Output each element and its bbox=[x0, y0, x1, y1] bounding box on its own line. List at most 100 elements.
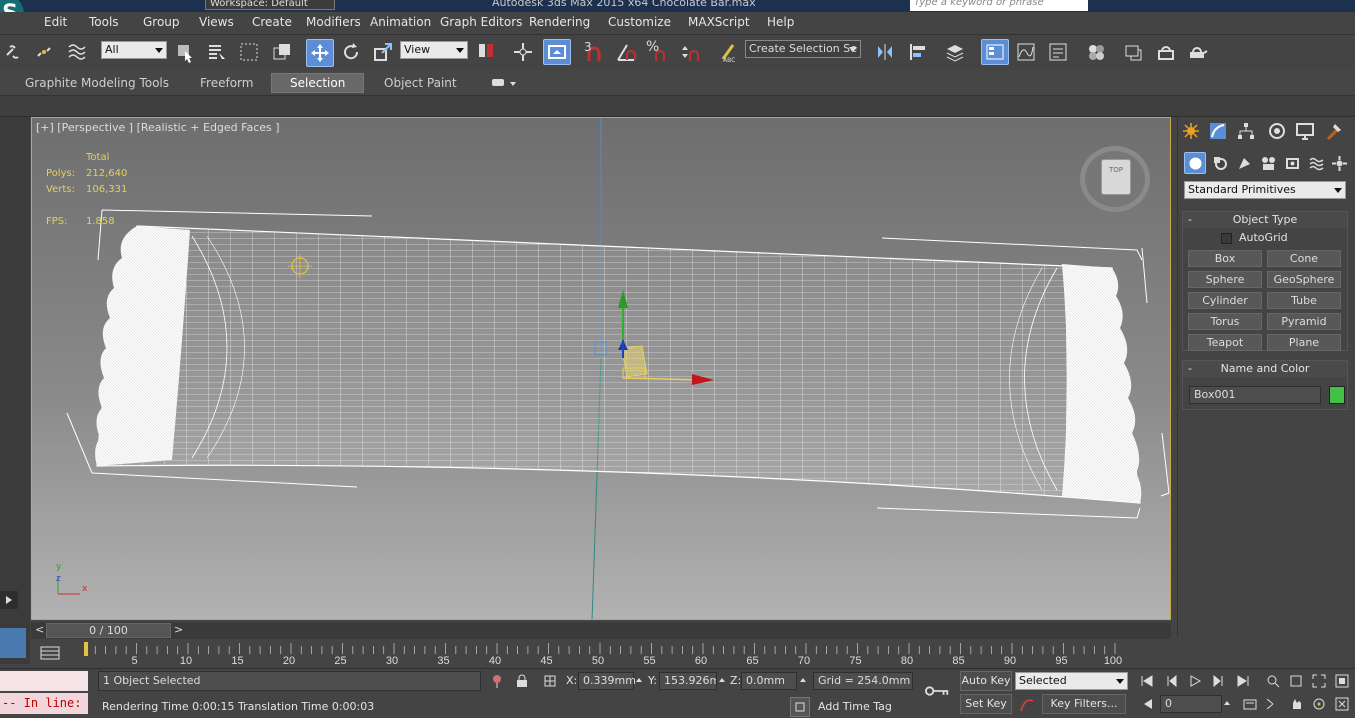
z-coord-input[interactable]: 0.0mm bbox=[741, 672, 797, 690]
menu-graph-editors[interactable]: Graph Editors bbox=[440, 15, 522, 29]
z-spinner-icon[interactable] bbox=[800, 675, 806, 682]
render-frame-icon[interactable] bbox=[1154, 40, 1178, 64]
maxscript-listener[interactable]: -- In line: bbox=[0, 693, 88, 714]
select-manipulate-icon[interactable] bbox=[511, 40, 535, 64]
move-icon[interactable] bbox=[306, 39, 334, 67]
name-and-color-header[interactable]: - Name and Color bbox=[1183, 361, 1347, 377]
spacewarps-category-icon[interactable] bbox=[1306, 153, 1326, 173]
current-frame-marker[interactable] bbox=[84, 642, 88, 656]
geosphere-button[interactable]: GeoSphere bbox=[1267, 271, 1341, 288]
menu-modifiers[interactable]: Modifiers bbox=[306, 15, 361, 29]
percent-snap-icon[interactable]: % bbox=[645, 39, 669, 64]
unlink-icon[interactable] bbox=[32, 40, 56, 64]
zoom-icon[interactable] bbox=[1264, 672, 1282, 690]
isolate-selection-icon[interactable] bbox=[488, 672, 506, 690]
curve-editor-icon[interactable] bbox=[1014, 40, 1038, 64]
rotate-icon[interactable] bbox=[339, 40, 363, 64]
object-name-input[interactable]: Box001 bbox=[1189, 386, 1321, 404]
menu-customize[interactable]: Customize bbox=[608, 15, 671, 29]
window-crossing-icon[interactable] bbox=[270, 40, 294, 64]
cameras-category-icon[interactable] bbox=[1258, 153, 1278, 173]
pyramid-button[interactable]: Pyramid bbox=[1267, 313, 1341, 330]
mini-curve-editor-button[interactable] bbox=[0, 628, 26, 658]
menu-animation[interactable]: Animation bbox=[370, 15, 431, 29]
viewport-label[interactable]: [+] [Perspective ] [Realistic + Edged Fa… bbox=[36, 121, 280, 134]
scale-icon[interactable] bbox=[371, 40, 395, 64]
zoom-extents-icon[interactable] bbox=[1310, 672, 1328, 690]
perspective-viewport[interactable]: [+] [Perspective ] [Realistic + Edged Fa… bbox=[31, 117, 1171, 620]
menu-maxscript[interactable]: MAXScript bbox=[688, 15, 750, 29]
select-by-name-icon[interactable] bbox=[205, 40, 229, 64]
tube-button[interactable]: Tube bbox=[1267, 292, 1341, 309]
key-mode-dropdown[interactable]: Selected bbox=[1015, 672, 1128, 690]
mirror-icon[interactable] bbox=[873, 40, 897, 64]
maximize-viewport-icon[interactable] bbox=[1333, 695, 1351, 713]
motion-tab-icon[interactable] bbox=[1265, 120, 1289, 142]
add-time-tag[interactable]: Add Time Tag bbox=[818, 700, 892, 713]
key-icon[interactable] bbox=[924, 681, 952, 701]
expand-arrow-icon[interactable] bbox=[0, 591, 18, 609]
time-configuration-icon[interactable] bbox=[1241, 695, 1259, 713]
lights-category-icon[interactable] bbox=[1234, 153, 1254, 173]
filmstrip-icon[interactable] bbox=[38, 644, 64, 662]
torus-button[interactable]: Torus bbox=[1188, 313, 1262, 330]
trackbar[interactable]: 5 10 15 20 25 30 35 40 45 50 55 60 65 70 75 80 85 90 95 100 bbox=[84, 640, 1134, 667]
key-filters-button[interactable]: Key Filters... bbox=[1042, 694, 1126, 714]
viewcube-top-face[interactable]: TOP bbox=[1101, 159, 1131, 195]
go-to-end-icon[interactable] bbox=[1234, 672, 1252, 690]
go-to-start-icon[interactable] bbox=[1138, 672, 1156, 690]
x-spinner-icon[interactable] bbox=[636, 675, 642, 682]
layer-explorer-icon[interactable] bbox=[943, 40, 967, 64]
tab-object-paint[interactable]: Object Paint bbox=[384, 76, 457, 90]
named-selection-dropdown[interactable]: Create Selection Se bbox=[745, 40, 861, 58]
systems-category-icon[interactable] bbox=[1329, 153, 1349, 173]
primitives-dropdown[interactable]: Standard Primitives bbox=[1184, 181, 1346, 199]
chevron-down-icon[interactable] bbox=[510, 82, 516, 89]
edit-named-selection-icon[interactable]: ABC bbox=[716, 40, 740, 64]
time-slider[interactable]: < 0 / 100 > bbox=[31, 622, 1171, 639]
display-tab-icon[interactable] bbox=[1293, 120, 1317, 142]
hierarchy-tab-icon[interactable] bbox=[1234, 120, 1258, 142]
previous-frame-icon[interactable] bbox=[1162, 672, 1180, 690]
object-type-header[interactable]: - Object Type bbox=[1183, 212, 1347, 228]
ribbon-options-icon[interactable] bbox=[492, 79, 504, 86]
next-frame-icon[interactable] bbox=[1210, 672, 1228, 690]
spinner-snap-icon[interactable] bbox=[677, 40, 701, 64]
tab-selection[interactable]: Selection bbox=[271, 73, 365, 93]
zoom-all-icon[interactable] bbox=[1287, 672, 1305, 690]
object-color-swatch[interactable] bbox=[1329, 386, 1345, 404]
lock-selection-icon[interactable] bbox=[513, 672, 531, 690]
time-tag-icon[interactable] bbox=[790, 697, 810, 717]
time-prev-button[interactable]: < bbox=[35, 623, 44, 636]
workspace-dropdown[interactable]: Workspace: Default bbox=[205, 0, 335, 10]
orbit-icon[interactable] bbox=[1310, 695, 1328, 713]
maxscript-mini-listener[interactable] bbox=[0, 671, 88, 691]
y-spinner-icon[interactable] bbox=[719, 675, 725, 682]
menu-rendering[interactable]: Rendering bbox=[529, 15, 590, 29]
scene-explorer-icon[interactable] bbox=[981, 39, 1009, 65]
render-setup-icon[interactable] bbox=[1122, 40, 1146, 64]
menu-views[interactable]: Views bbox=[199, 15, 234, 29]
viewcube[interactable]: TOP bbox=[1080, 146, 1150, 212]
pan-view-icon[interactable] bbox=[1287, 695, 1305, 713]
search-input[interactable]: Type a keyword or phrase bbox=[910, 0, 1088, 11]
time-slider-thumb[interactable]: 0 / 100 bbox=[46, 623, 171, 638]
tab-graphite-modeling-tools[interactable]: Graphite Modeling Tools bbox=[25, 76, 169, 90]
rect-selection-icon[interactable] bbox=[237, 40, 261, 64]
current-frame-input[interactable]: 0 bbox=[1160, 695, 1222, 713]
schematic-view-icon[interactable] bbox=[1046, 40, 1070, 64]
render-production-icon[interactable] bbox=[1186, 40, 1210, 64]
tab-freeform[interactable]: Freeform bbox=[200, 76, 253, 90]
geometry-category-icon[interactable] bbox=[1184, 152, 1206, 174]
sphere-button[interactable]: Sphere bbox=[1188, 271, 1262, 288]
play-icon[interactable] bbox=[1186, 672, 1204, 690]
cone-button[interactable]: Cone bbox=[1267, 250, 1341, 267]
x-coord-input[interactable]: 0.339mm bbox=[578, 672, 636, 690]
selection-filter-dropdown[interactable]: All bbox=[101, 41, 167, 59]
select-object-icon[interactable] bbox=[173, 40, 197, 64]
helpers-category-icon[interactable] bbox=[1282, 153, 1302, 173]
time-next-button[interactable]: > bbox=[174, 623, 183, 636]
menu-edit[interactable]: Edit bbox=[44, 15, 67, 29]
menu-create[interactable]: Create bbox=[252, 15, 292, 29]
frame-spinner-icon[interactable] bbox=[1224, 698, 1230, 705]
